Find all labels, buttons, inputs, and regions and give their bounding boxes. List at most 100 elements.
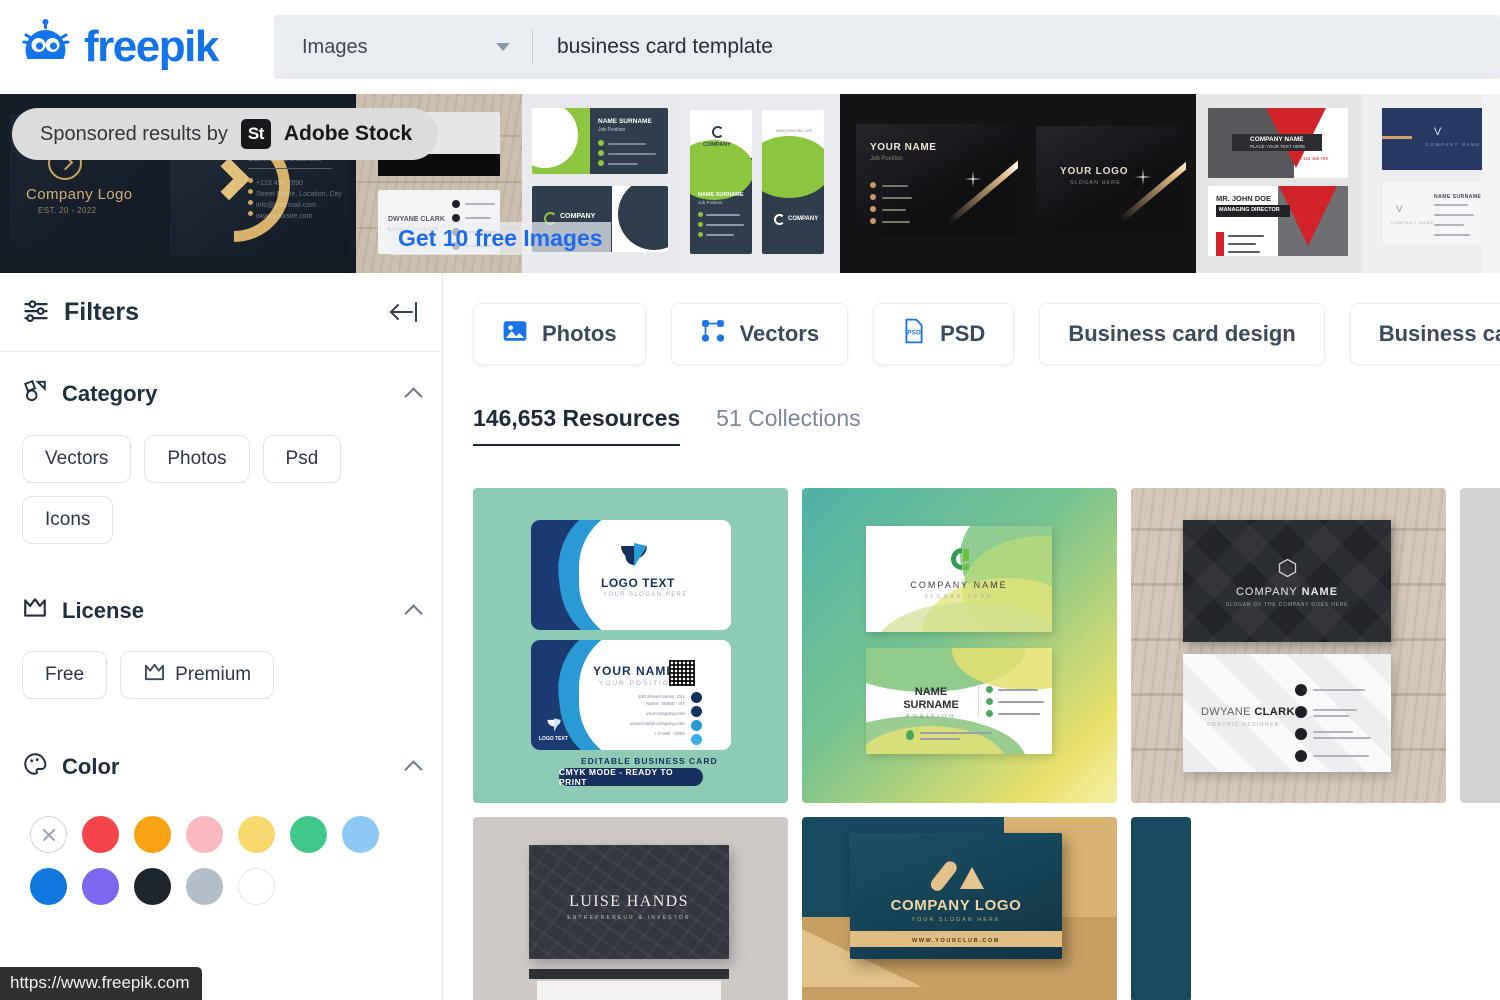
- card1-role: YOUR POSITION: [599, 680, 677, 687]
- filter-pill-business-card[interactable]: Business card: [1349, 303, 1500, 365]
- category-chip-icons[interactable]: Icons: [22, 496, 114, 544]
- svg-text:PSD: PSD: [907, 329, 921, 336]
- color-swatch-blue[interactable]: [29, 867, 67, 905]
- adobe-stock-name: Adobe Stock: [283, 122, 413, 145]
- chip-label: Photos: [167, 448, 227, 469]
- get-free-images-cta[interactable]: Get 10 free Images: [390, 222, 611, 255]
- chevron-down-icon[interactable]: [496, 43, 510, 51]
- chevron-up-icon[interactable]: [404, 386, 423, 406]
- sliders-icon: [22, 296, 50, 329]
- filters-title: Filters: [64, 297, 140, 326]
- license-chip-premium[interactable]: Premium: [120, 651, 275, 699]
- asset-type-select[interactable]: Images: [274, 15, 532, 79]
- filters-sidebar: Filters Category Vectors Photos Psd Icon…: [0, 273, 443, 1000]
- result-card-green-wave[interactable]: COMPANY NAME SLOGAN HERE NAME SURNAME POS…: [802, 488, 1117, 803]
- section-title-license: License: [62, 597, 144, 623]
- card2-slogan: SLOGAN HERE: [924, 594, 994, 600]
- sponsored-thumb-6[interactable]: COMPANY NAME PLACE YOUR TEXT HERE +00 12…: [1196, 94, 1362, 273]
- sponsored-label-text: Sponsored results by: [40, 122, 228, 145]
- filter-section-license: License Free Premium: [0, 544, 442, 699]
- filter-pill-psd[interactable]: PSD PSD: [873, 303, 1015, 365]
- sponsored-3-person: NAME SURNAME: [598, 118, 652, 125]
- card5-person: LUISE HANDS: [569, 893, 689, 910]
- color-swatch-pink[interactable]: [185, 815, 223, 853]
- result-card-navy-gold[interactable]: COMPANY LOGO YOUR SLOGAN HERE WWW.YOURCL…: [802, 817, 1117, 1000]
- site-header: freepik Images business card template: [0, 0, 1500, 94]
- color-swatch-red[interactable]: [81, 815, 119, 853]
- freepik-robot-logo-icon: [18, 19, 74, 75]
- category-chip-psd[interactable]: Psd: [262, 435, 342, 483]
- pill-label: Business card design: [1068, 321, 1296, 346]
- vector-nodes-icon: [700, 319, 726, 349]
- crown-icon: [22, 596, 48, 625]
- color-swatch-purple[interactable]: [81, 867, 119, 905]
- sponsored-3-company: COMPANY: [560, 213, 596, 220]
- filters-header: Filters: [0, 273, 442, 352]
- sponsored-thumb-4[interactable]: COMPANY NAME SURNAME Job Position www.yo…: [678, 94, 840, 273]
- card1-slogan: YOUR SLOGAN HERE: [603, 592, 688, 598]
- filter-pill-business-card-design[interactable]: Business card design: [1039, 303, 1325, 365]
- tab-resources[interactable]: 146,653 Resources: [473, 405, 681, 446]
- photo-icon: [502, 319, 528, 349]
- sponsored-6-company: COMPANY NAME: [1250, 136, 1304, 143]
- results-tabs: 146,653 Resources 51 Collections: [473, 405, 1500, 446]
- category-chip-photos[interactable]: Photos: [144, 435, 250, 483]
- color-swatch-no-color[interactable]: [29, 815, 67, 853]
- sponsored-5-person: YOUR NAME: [870, 142, 937, 153]
- card1-email: youremail@company.com: [629, 722, 685, 727]
- result-card-partial-2[interactable]: [1131, 817, 1191, 1000]
- filter-section-color: Color: [0, 699, 442, 912]
- collapse-left-icon[interactable]: [386, 297, 420, 327]
- sponsored-4-person: NAME SURNAME: [698, 192, 744, 198]
- chevron-up-icon[interactable]: [404, 759, 423, 779]
- sponsored-3-role: Job Position: [598, 127, 626, 133]
- color-swatch-green[interactable]: [289, 815, 327, 853]
- shapes-icon: [22, 378, 48, 409]
- filter-pill-vectors[interactable]: Vectors: [670, 303, 849, 365]
- card2-role: POSITION: [905, 714, 957, 720]
- card2-company: COMPANY NAME: [910, 580, 1008, 590]
- category-chip-vectors[interactable]: Vectors: [22, 435, 132, 483]
- adobe-stock-badge-icon: St: [240, 119, 271, 149]
- sponsored-results-strip: Company Logo EST. 20 - 2022 John Abraham…: [0, 94, 1500, 273]
- tab-collections[interactable]: 51 Collections: [716, 405, 860, 446]
- card1-logo-text: LOGO TEXT: [601, 576, 675, 590]
- result-card-wood-dark[interactable]: COMPANY NAME SLOGAN OF THE COMPANY GOES …: [1131, 488, 1446, 803]
- freepik-logo[interactable]: freepik: [18, 19, 274, 75]
- card3-role: GRAPHIC DESIGNER: [1207, 722, 1280, 728]
- color-swatch-orange[interactable]: [133, 815, 171, 853]
- psd-file-icon: PSD: [902, 318, 926, 350]
- section-title-color: Color: [62, 753, 120, 779]
- pill-label: Vectors: [739, 321, 820, 346]
- sponsored-5-role: Job Position: [870, 156, 903, 162]
- result-card-partial-1[interactable]: [1460, 488, 1500, 803]
- card3-slogan: SLOGAN OF THE COMPANY GOES HERE: [1225, 602, 1349, 608]
- sponsored-1-logo-text: Company Logo: [26, 186, 133, 203]
- sponsored-thumb-7[interactable]: V COMPANY NAME V COMPANY NAME NAME SURNA…: [1362, 94, 1482, 273]
- sponsored-5-logo-text: YOUR LOGO: [1060, 166, 1129, 177]
- color-swatch-yellow[interactable]: [237, 815, 275, 853]
- sponsored-thumb-5[interactable]: YOUR NAME Job Position YOUR LOGO SLOGAN …: [840, 94, 1196, 273]
- color-swatch-gray[interactable]: [185, 867, 223, 905]
- search-bar[interactable]: Images business card template: [274, 15, 1500, 79]
- color-swatch-black[interactable]: [133, 867, 171, 905]
- result-card-blue-wave[interactable]: LOGO TEXT YOUR SLOGAN HERE YOUR NAME YOU…: [473, 488, 788, 803]
- card1-caption-ribbon: CMYK MODE - READY TO PRINT: [559, 767, 703, 787]
- sponsored-6-tagline: PLACE YOUR TEXT HERE: [1250, 144, 1306, 149]
- license-chip-free[interactable]: Free: [22, 651, 108, 699]
- section-title-category: Category: [62, 380, 158, 406]
- color-swatch-white[interactable]: [237, 867, 275, 905]
- card6-slogan: YOUR SLOGAN HERE: [911, 917, 1001, 923]
- card6-logo-text: COMPANY LOGO: [890, 897, 1022, 914]
- filter-pill-photos[interactable]: Photos: [473, 303, 646, 365]
- filter-pill-row: Photos Vectors PSD PSD Business card des…: [473, 303, 1500, 365]
- card1-phone: + 0 000 - 0000: [653, 732, 685, 737]
- card5-role: ENTREPRENEUR & INVESTOR: [567, 915, 691, 921]
- chevron-up-icon[interactable]: [404, 603, 423, 623]
- crown-icon: [143, 662, 166, 689]
- result-card-luise-hands[interactable]: LUISE HANDS ENTREPRENEUR & INVESTOR: [473, 817, 788, 1000]
- sponsored-4-role: Job Position: [698, 200, 723, 205]
- chip-label: Icons: [45, 509, 91, 530]
- color-swatch-light-blue[interactable]: [341, 815, 379, 853]
- search-input[interactable]: business card template: [533, 15, 1500, 79]
